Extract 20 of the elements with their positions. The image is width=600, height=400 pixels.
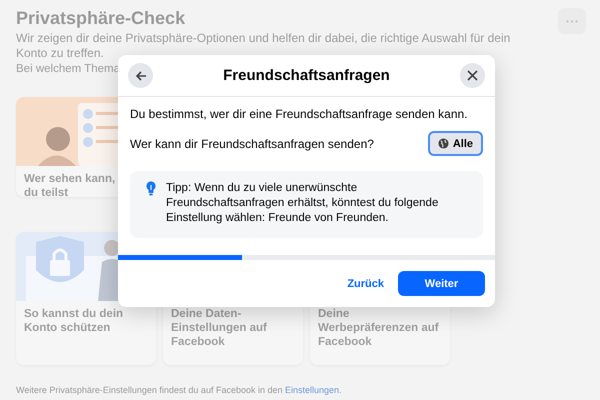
footer-text: Weitere Privatsphäre-Einstellungen findest du auf Facebook in den Einstellungen. — [16, 385, 342, 395]
close-button[interactable] — [460, 63, 485, 88]
globe-icon — [438, 138, 449, 149]
page-title: Privatsphäre-Check — [16, 8, 186, 29]
back-button[interactable] — [128, 63, 153, 88]
back-link[interactable]: Zurück — [347, 278, 384, 290]
more-icon — [566, 20, 578, 22]
card-title: Deine Werbepräferenzen auf Facebook — [318, 307, 439, 349]
dialog-title: Freundschaftsanfragen — [223, 67, 390, 84]
next-button[interactable]: Weiter — [398, 271, 485, 296]
card-title: Wer sehen kann, du teilst — [24, 172, 116, 197]
card-title: Deine Daten- Einstellungen auf Facebook — [171, 307, 267, 349]
back-arrow-icon — [134, 70, 146, 82]
close-icon — [466, 70, 478, 81]
tip-text: Tipp: Wenn du zu viele unerwünschte Freundschaftsanfragen erhältst, könntest du folgende Einstellung wählen: Freunde von Freunden. — [166, 181, 440, 226]
card-title: So kannst du dein Konto schützen — [24, 307, 124, 335]
page-subtitle: Wir zeigen dir deine Privatsphäre-Optionen und helfen dir dabei, die richtige Auswahl für dein Konto zu treffen. — [16, 31, 512, 61]
audience-button[interactable]: Alle — [428, 131, 483, 156]
settings-link[interactable]: Einstellungen — [285, 385, 340, 395]
lightbulb-icon — [146, 181, 156, 196]
